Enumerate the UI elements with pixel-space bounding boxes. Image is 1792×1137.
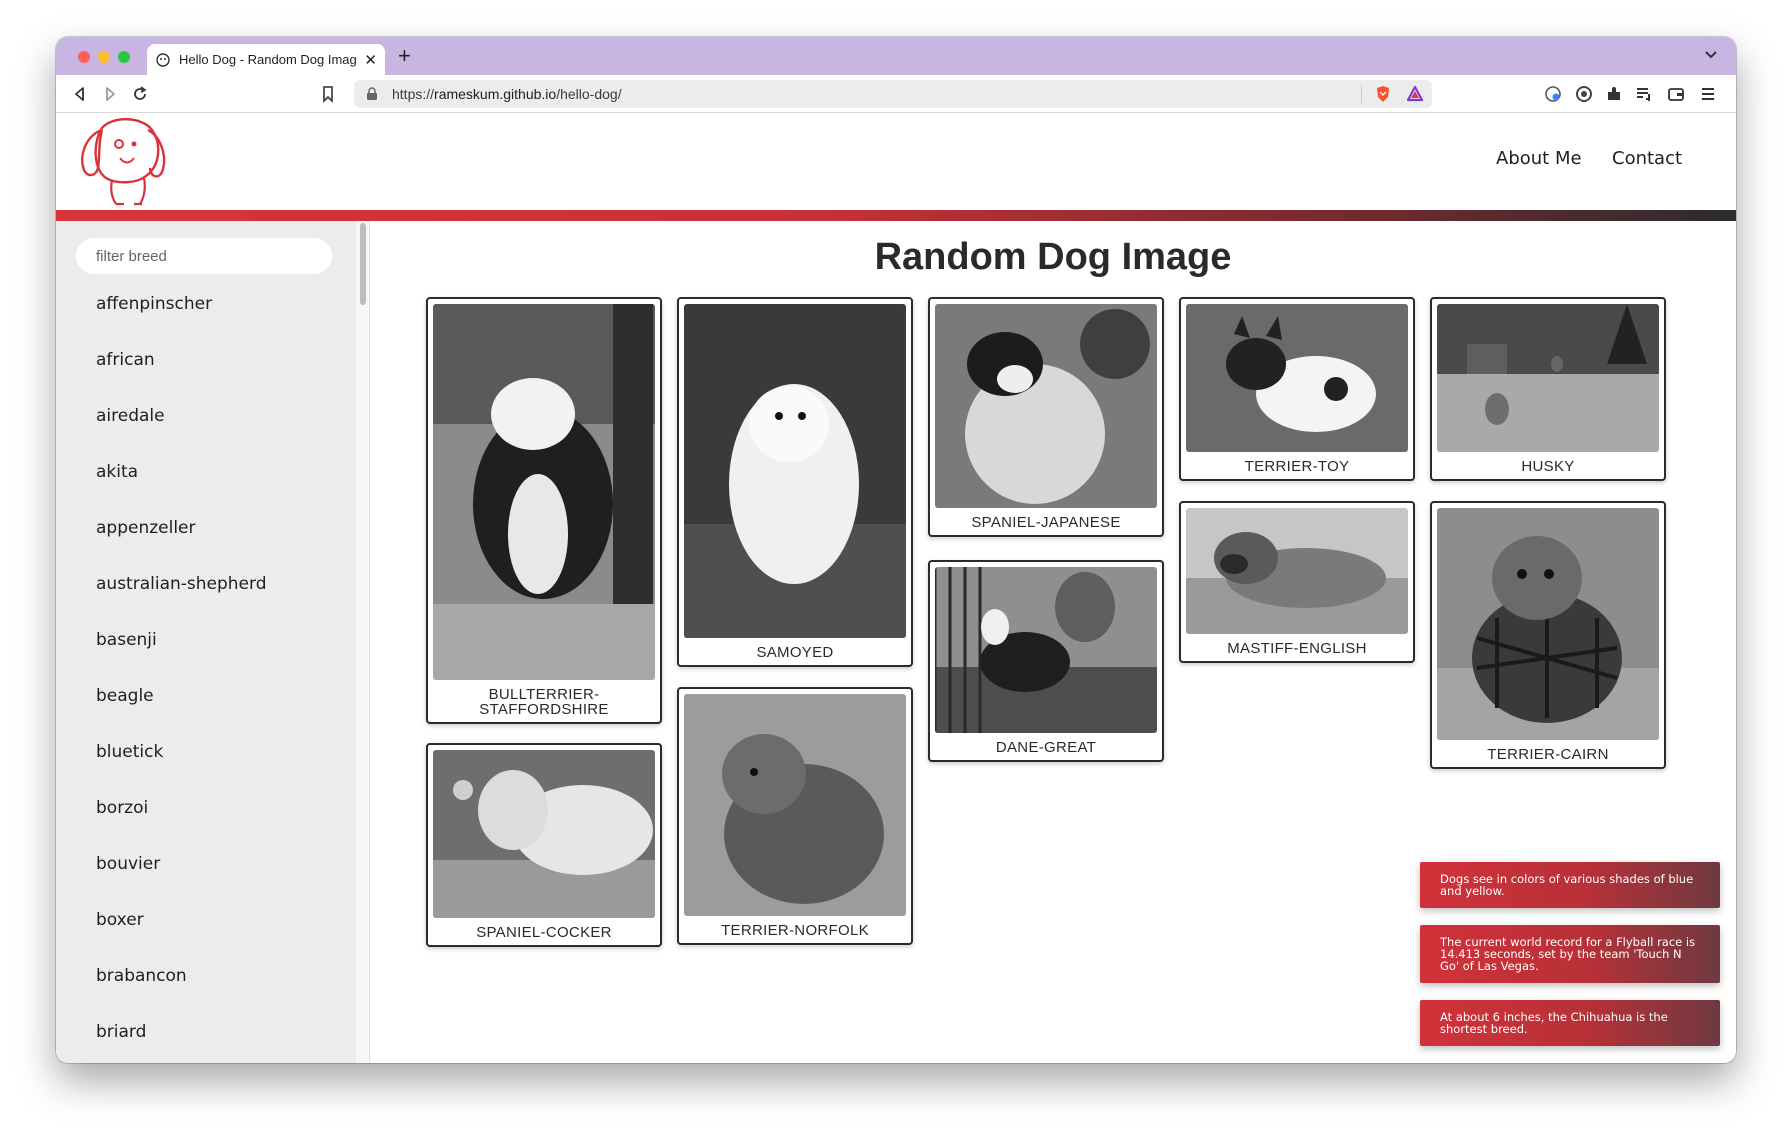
breed-item[interactable]: bouvier: [96, 847, 267, 903]
reload-icon[interactable]: [130, 84, 150, 104]
sidebar-scrollbar[interactable]: [356, 221, 370, 1063]
dog-card[interactable]: MASTIFF-ENGLISH: [1179, 501, 1415, 663]
browser-toolbar: https://rameskum.github.io/hello-dog/: [56, 75, 1736, 113]
bookmark-icon[interactable]: [318, 84, 338, 104]
brave-shield-icon[interactable]: [1374, 85, 1392, 103]
dog-card-label: DANE-GREAT: [995, 739, 1097, 756]
breed-item[interactable]: borzoi: [96, 791, 267, 847]
dog-card[interactable]: DANE-GREAT: [928, 560, 1164, 762]
page-title: Random Dog Image: [874, 236, 1232, 278]
nav-contact[interactable]: Contact: [1612, 148, 1682, 169]
dog-card[interactable]: SPANIEL-COCKER: [426, 743, 662, 947]
extensions-icon[interactable]: [1604, 84, 1624, 104]
dog-photo: [935, 567, 1157, 733]
lock-icon: [367, 87, 377, 100]
playlist-icon[interactable]: [1634, 84, 1654, 104]
dog-card-label: SPANIEL-COCKER: [476, 924, 612, 941]
tab-title: Hello Dog - Random Dog Image: [179, 52, 357, 67]
site-header: About Me Contact: [56, 114, 1736, 210]
breed-sidebar: affenpinscher african airedale akita app…: [56, 221, 356, 1063]
header-gradient-bar: [56, 210, 1736, 221]
active-tab[interactable]: Hello Dog - Random Dog Image ✕: [147, 44, 385, 75]
dog-photo: [1186, 508, 1408, 634]
url-divider: [1361, 85, 1362, 103]
dog-card[interactable]: SAMOYED: [677, 297, 913, 667]
breed-item[interactable]: briard: [96, 1015, 267, 1063]
brave-rewards-icon[interactable]: [1406, 85, 1424, 103]
dog-card[interactable]: TERRIER-NORFOLK: [677, 687, 913, 945]
minimize-window-button[interactable]: [98, 51, 110, 63]
breed-item[interactable]: appenzeller: [96, 511, 267, 567]
dog-card-label: SAMOYED: [756, 644, 834, 661]
dog-logo[interactable]: [72, 114, 168, 208]
fact-toast[interactable]: At about 6 inches, the Chihuahua is the …: [1420, 1000, 1720, 1046]
dog-card[interactable]: BULLTERRIER-STAFFORDSHIRE: [426, 297, 662, 724]
zoom-window-button[interactable]: [118, 51, 130, 63]
dog-photo: [1186, 304, 1408, 452]
wallet-icon[interactable]: [1666, 84, 1686, 104]
breed-item[interactable]: brabancon: [96, 959, 267, 1015]
fact-toast[interactable]: Dogs see in colors of various shades of …: [1420, 862, 1720, 908]
breed-item[interactable]: bluetick: [96, 735, 267, 791]
breed-item[interactable]: beagle: [96, 679, 267, 735]
dog-card-label: TERRIER-TOY: [1244, 458, 1350, 475]
menu-icon[interactable]: [1698, 84, 1718, 104]
filter-breed-input[interactable]: [76, 238, 332, 274]
sidebar-scrollbar-thumb[interactable]: [360, 223, 366, 305]
nav-about-me[interactable]: About Me: [1496, 148, 1582, 169]
close-tab-icon[interactable]: ✕: [364, 51, 377, 69]
tab-strip: Hello Dog - Random Dog Image ✕ +: [56, 37, 1736, 75]
dog-photo: [935, 304, 1157, 508]
browser-window: Hello Dog - Random Dog Image ✕ + https:/: [56, 37, 1736, 1063]
breed-item[interactable]: akita: [96, 455, 267, 511]
dog-card-label: MASTIFF-ENGLISH: [1227, 640, 1367, 657]
vpn-icon[interactable]: [1574, 84, 1594, 104]
dog-card[interactable]: SPANIEL-JAPANESE: [928, 297, 1164, 537]
dog-favicon-icon: [156, 52, 170, 67]
dog-photo: [684, 304, 906, 638]
address-bar[interactable]: https://rameskum.github.io/hello-dog/: [354, 80, 1432, 108]
fact-toast[interactable]: The current world record for a Flyball r…: [1420, 925, 1720, 983]
breed-item[interactable]: australian-shepherd: [96, 567, 267, 623]
close-window-button[interactable]: [78, 51, 90, 63]
dog-card[interactable]: HUSKY: [1430, 297, 1666, 481]
dog-photo: [1437, 508, 1659, 740]
dog-card-label: TERRIER-CAIRN: [1487, 746, 1609, 763]
dog-card-label: HUSKY: [1521, 458, 1575, 475]
dog-card-label: SPANIEL-JAPANESE: [971, 514, 1121, 531]
url-text: https://rameskum.github.io/hello-dog/: [392, 86, 622, 102]
dog-photo: [433, 750, 655, 918]
breed-item[interactable]: african: [96, 343, 267, 399]
dog-card[interactable]: TERRIER-TOY: [1179, 297, 1415, 481]
dog-card-label: TERRIER-NORFOLK: [721, 922, 869, 939]
dog-photo: [684, 694, 906, 916]
dog-photo: [433, 304, 655, 680]
breed-item[interactable]: boxer: [96, 903, 267, 959]
chevron-down-icon[interactable]: [1702, 45, 1720, 63]
forward-icon[interactable]: [100, 84, 120, 104]
dog-card[interactable]: TERRIER-CAIRN: [1430, 501, 1666, 769]
breed-item[interactable]: airedale: [96, 399, 267, 455]
translate-icon[interactable]: [1543, 84, 1563, 104]
breed-item[interactable]: affenpinscher: [96, 287, 267, 343]
breed-list: affenpinscher african airedale akita app…: [96, 287, 267, 1063]
back-icon[interactable]: [70, 84, 90, 104]
breed-item[interactable]: basenji: [96, 623, 267, 679]
new-tab-button[interactable]: +: [398, 43, 411, 69]
dog-card-label: BULLTERRIER-STAFFORDSHIRE: [479, 686, 609, 718]
dog-photo: [1437, 304, 1659, 452]
